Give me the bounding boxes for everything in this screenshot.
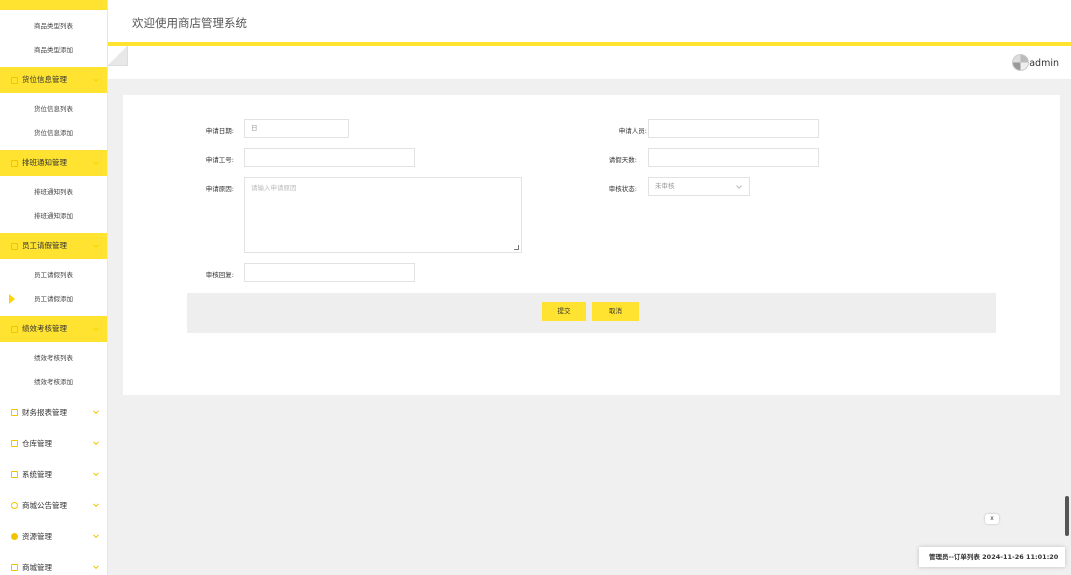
cart-icon: [11, 563, 18, 571]
location-pin-icon: [11, 532, 18, 540]
person-label: 申请人员:: [618, 127, 647, 135]
folder-icon: [11, 76, 18, 84]
notification-close-button[interactable]: x: [985, 514, 999, 524]
sidebar-item-location-list[interactable]: 货位信息列表: [0, 97, 107, 121]
chevron-down-icon: [93, 563, 99, 570]
empno-field[interactable]: [244, 148, 415, 167]
sidebar-item-label: 员工请假添加: [34, 295, 73, 303]
sidebar-item-label: 员工请假管理: [22, 241, 67, 250]
sidebar-group-schedule[interactable]: 排班通知管理: [0, 150, 107, 176]
sidebar-item-label: 商城公告管理: [22, 500, 67, 510]
header: 欢迎使用商店管理系统: [108, 0, 1071, 42]
folder-icon: [11, 408, 18, 416]
sidebar-item-leave-add[interactable]: 员工请假添加: [0, 287, 107, 311]
topbar: admin: [108, 46, 1071, 80]
status-select[interactable]: 未审核: [648, 177, 750, 196]
chevron-down-icon: [93, 76, 99, 83]
chevron-down-icon: [93, 532, 99, 539]
page-scrollbar[interactable]: [1065, 496, 1069, 536]
chevron-down-icon: [93, 439, 99, 446]
reason-placeholder: 请输入申请原因: [251, 184, 297, 192]
date-field[interactable]: 日: [244, 119, 349, 138]
sidebar-item-performance-add[interactable]: 绩效考核添加: [0, 370, 107, 394]
sidebar-item-label: 货位信息管理: [22, 75, 67, 84]
sidebar-item-schedule-list[interactable]: 排班通知列表: [0, 180, 107, 204]
chevron-down-icon: [93, 470, 99, 477]
sidebar-item-label: 货位信息添加: [34, 129, 73, 137]
sidebar-item-location-add[interactable]: 货位信息添加: [0, 121, 107, 145]
submit-button[interactable]: 提交: [542, 302, 586, 321]
sidebar-item-label: 财务报表管理: [22, 407, 67, 417]
info-icon: [11, 501, 18, 509]
sidebar-item-label: 系统管理: [22, 469, 52, 479]
sidebar-item-label: 商品类型列表: [34, 22, 73, 30]
sidebar-group-leave[interactable]: 员工请假管理: [0, 233, 107, 259]
sidebar-item-label: 商城管理: [22, 562, 52, 572]
status-label: 审核状态:: [608, 185, 637, 193]
sidebar-group-header-partial[interactable]: [0, 0, 107, 10]
status-selected-value: 未审核: [655, 182, 675, 190]
folder-icon: [11, 439, 18, 447]
chevron-down-icon: [93, 242, 99, 249]
person-field[interactable]: [648, 119, 819, 138]
collapse-toggle-icon[interactable]: [108, 46, 128, 66]
sidebar-item-label: 仓库管理: [22, 438, 52, 448]
reply-label: 审核回复:: [205, 271, 234, 279]
sidebar-item-label: 资源管理: [22, 531, 52, 541]
folder-icon: [11, 325, 18, 333]
sidebar-item-announcement[interactable]: 商城公告管理: [0, 490, 107, 520]
folder-icon: [11, 159, 18, 167]
folder-icon: [11, 242, 18, 250]
chevron-down-icon: [93, 501, 99, 508]
cancel-button[interactable]: 取消: [592, 302, 639, 321]
days-label: 请假天数:: [608, 156, 637, 164]
sidebar-item-mall[interactable]: 商城管理: [0, 552, 107, 575]
sidebar-item-schedule-add[interactable]: 排班通知添加: [0, 204, 107, 228]
sidebar-group-performance[interactable]: 绩效考核管理: [0, 316, 107, 342]
chevron-down-icon: [93, 159, 99, 166]
sidebar-item-system[interactable]: 系统管理: [0, 459, 107, 489]
page-title: 欢迎使用商店管理系统: [132, 16, 247, 30]
reason-textarea[interactable]: 请输入申请原因: [244, 177, 522, 253]
date-label: 申请日期:: [205, 127, 234, 135]
system-icon: [11, 470, 18, 478]
sidebar-item-label: 绩效考核列表: [34, 354, 73, 362]
resize-handle-icon[interactable]: [514, 245, 519, 250]
sidebar-item-label: 员工请假列表: [34, 271, 73, 279]
sidebar-item-resources[interactable]: 资源管理: [0, 521, 107, 551]
sidebar-item-finance[interactable]: 财务报表管理: [0, 397, 107, 427]
sidebar-item-label: 绩效考核添加: [34, 378, 73, 386]
sidebar-item-warehouse[interactable]: 仓库管理: [0, 428, 107, 458]
username[interactable]: admin: [1029, 58, 1059, 69]
form-card: 申请日期: 日 申请人员: 申请工号: 请假天数: 申请原因: 请输入申请原因 …: [123, 95, 1060, 395]
chevron-down-icon: [736, 183, 742, 189]
form-action-bar: 提交 取消: [187, 293, 996, 333]
sidebar-item-label: 货位信息列表: [34, 105, 73, 113]
avatar[interactable]: [1012, 54, 1029, 71]
empno-label: 申请工号:: [205, 156, 234, 164]
notification-toast[interactable]: 管理员--订单列表 2024-11-26 11:01:20: [919, 547, 1065, 567]
sidebar-group-location[interactable]: 货位信息管理: [0, 67, 107, 93]
reply-field[interactable]: [244, 263, 415, 282]
sidebar-item-label: 商品类型添加: [34, 46, 73, 54]
sidebar-item-product-type-list[interactable]: 商品类型列表: [0, 14, 107, 38]
sidebar-item-label: 绩效考核管理: [22, 324, 67, 333]
sidebar-item-label: 排班通知添加: [34, 212, 73, 220]
sidebar-item-label: 排班通知管理: [22, 158, 67, 167]
sidebar-item-leave-list[interactable]: 员工请假列表: [0, 263, 107, 287]
sidebar-item-performance-list[interactable]: 绩效考核列表: [0, 346, 107, 370]
sidebar-item-product-type-add[interactable]: 商品类型添加: [0, 38, 107, 62]
sidebar: 商品类型列表 商品类型添加 货位信息管理 货位信息列表 货位信息添加 排班通知管…: [0, 0, 108, 575]
chevron-down-icon: [93, 325, 99, 332]
days-field[interactable]: [648, 148, 819, 167]
sidebar-item-label: 排班通知列表: [34, 188, 73, 196]
chevron-down-icon: [93, 408, 99, 415]
reason-label: 申请原因:: [205, 185, 234, 193]
